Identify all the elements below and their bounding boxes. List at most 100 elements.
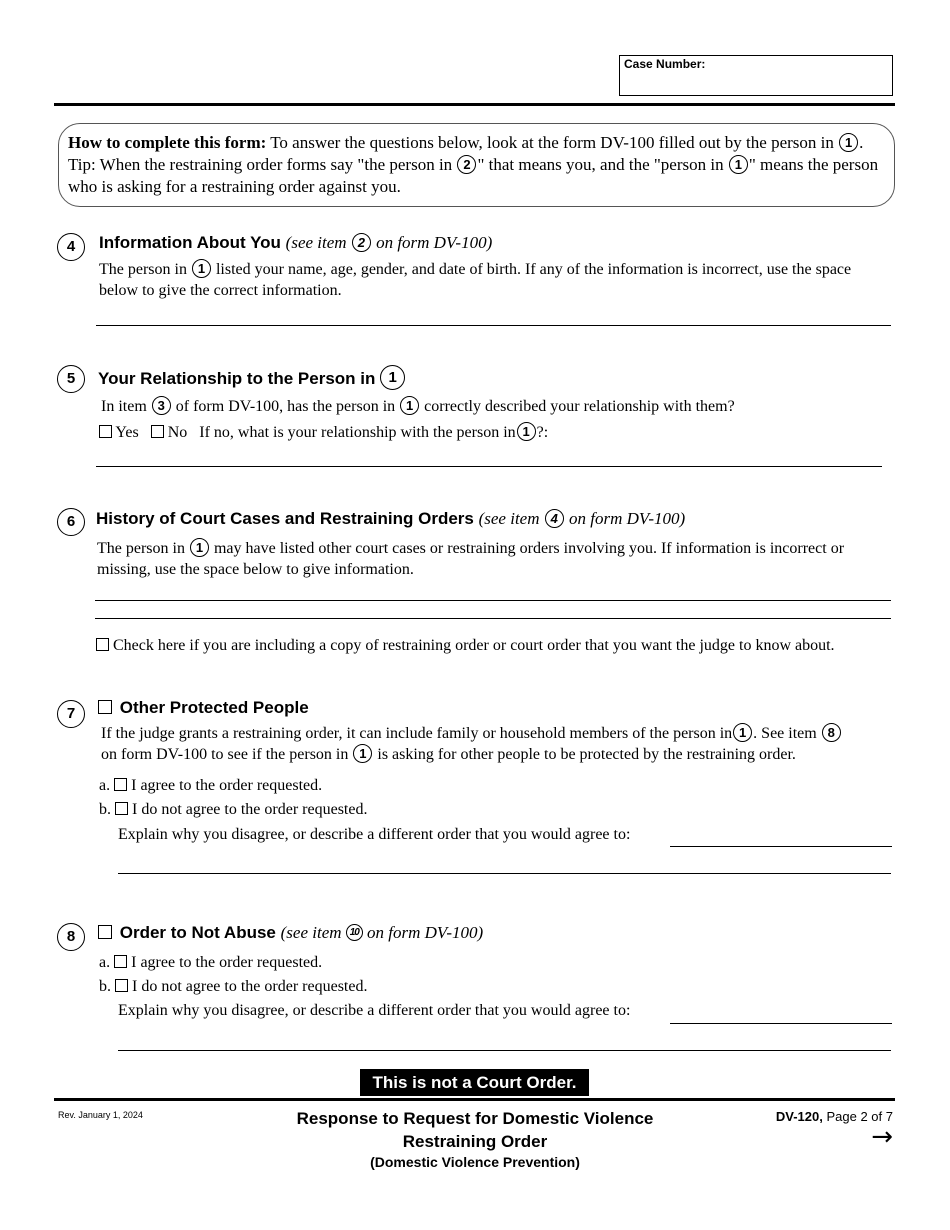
item-number-6: 6 <box>57 508 85 536</box>
if-no-text: ?: <box>536 424 549 441</box>
other-protected-people-checkbox[interactable] <box>98 699 112 714</box>
circled-number-1: 1 <box>516 421 536 441</box>
option-letter: a. <box>99 954 111 971</box>
item-7-agree-checkbox[interactable] <box>114 777 128 791</box>
circled-number-4: 4 <box>544 508 564 528</box>
option-letter: b. <box>99 801 111 818</box>
description-text: on form DV-100 to see if the person in <box>101 746 353 763</box>
option-label: I do not agree to the order requested. <box>132 801 368 818</box>
case-number-box: Case Number: <box>619 55 893 96</box>
description-text: may have listed other court cases or res… <box>97 540 845 578</box>
item-7-disagree-checkbox[interactable] <box>115 801 128 815</box>
see-item-text: (see item <box>285 233 351 252</box>
item-7-heading: Other Protected People <box>98 698 309 718</box>
question-text: of form DV-100, has the person in <box>171 398 400 415</box>
description-text: is asking for other people to be protect… <box>373 746 796 763</box>
circled-number-8: 8 <box>821 722 841 742</box>
item-8-explain-input-1[interactable] <box>670 1003 892 1024</box>
item-5-relationship-input[interactable] <box>96 446 882 467</box>
circled-number-1: 1 <box>380 365 406 390</box>
item-7-title: Other Protected People <box>119 698 309 717</box>
not-court-order-banner: This is not a Court Order. <box>360 1069 589 1096</box>
form-subtitle: (Domestic Violence Prevention) <box>370 1154 580 1170</box>
item-7-explain-input-2[interactable] <box>118 853 891 874</box>
option-label: I do not agree to the order requested. <box>132 978 368 995</box>
item-8-option-a: a. I agree to the order requested. <box>99 952 322 973</box>
circled-number-2: 2 <box>351 232 371 252</box>
case-number-input[interactable] <box>624 74 888 92</box>
circled-number-1: 1 <box>733 722 753 742</box>
item-6-answer-line-2[interactable] <box>95 598 891 619</box>
order-not-abuse-checkbox[interactable] <box>98 924 112 939</box>
item-7-explain-label: Explain why you disagree, or describe a … <box>118 826 631 843</box>
item-5-heading: Your Relationship to the Person in 1 <box>98 365 406 392</box>
item-5-title: Your Relationship to the Person in <box>98 368 376 388</box>
see-item-text: on form DV-100) <box>564 509 686 528</box>
item-4-title: Information About You <box>99 233 281 252</box>
circled-number-1: 1 <box>728 154 748 174</box>
if-no-text: If no, what is your relationship with th… <box>199 424 516 441</box>
form-id: DV-120, <box>775 1109 823 1124</box>
yes-label: Yes <box>115 424 139 441</box>
circled-number-1: 1 <box>400 395 420 415</box>
revision-date: Rev. January 1, 2024 <box>58 1110 143 1120</box>
circled-number-1: 1 <box>189 537 209 557</box>
circled-number-1: 1 <box>191 258 211 278</box>
option-label: I agree to the order requested. <box>131 954 323 971</box>
include-copy-label: Check here if you are including a copy o… <box>113 637 835 654</box>
description-text: If the judge grants a restraining order,… <box>101 725 733 742</box>
see-item-text: on form DV-100) <box>362 923 484 942</box>
item-8-explain-label: Explain why you disagree, or describe a … <box>118 1002 631 1019</box>
item-8-disagree-checkbox[interactable] <box>115 978 128 992</box>
see-item-text: (see item <box>478 509 544 528</box>
item-6-reference: (see item 4 on form DV-100) <box>478 508 686 528</box>
see-item-text: (see item <box>280 923 346 942</box>
option-label: I agree to the order requested. <box>131 777 323 794</box>
item-number-7: 7 <box>57 700 85 728</box>
item-number-5: 5 <box>57 365 85 393</box>
item-4-description: The person in 1 listed your name, age, g… <box>99 258 889 301</box>
question-text: In item <box>101 398 151 415</box>
circled-number-3: 3 <box>151 395 171 415</box>
item-8-explain-input-2[interactable] <box>118 1030 891 1051</box>
footer-divider <box>54 1098 895 1101</box>
description-text: The person in <box>99 261 191 278</box>
circled-number-10: 10 <box>345 923 363 941</box>
instructions-text: " that means you, and the "person in <box>477 155 728 174</box>
item-number-4: 4 <box>57 233 85 261</box>
item-6-title: History of Court Cases and Restraining O… <box>96 509 474 528</box>
item-7-explain-input-1[interactable] <box>670 826 892 847</box>
item-6-description: The person in 1 may have listed other co… <box>97 537 887 580</box>
instructions-box: How to complete this form: To answer the… <box>58 123 895 207</box>
item-4-reference: (see item 2 on form DV-100) <box>285 232 493 252</box>
item-8-reference: (see item 10 on form DV-100) <box>281 923 484 942</box>
header-divider <box>54 103 895 106</box>
instructions-lead: How to complete this form: <box>68 133 267 152</box>
item-7-option-a: a. I agree to the order requested. <box>99 775 322 796</box>
option-letter: a. <box>99 777 111 794</box>
item-6-heading: History of Court Cases and Restraining O… <box>96 508 686 530</box>
item-6-copy-row: Check here if you are including a copy o… <box>96 635 835 656</box>
instructions-text: To answer the questions below, look at t… <box>266 133 839 152</box>
item-number-8: 8 <box>57 923 85 951</box>
yes-checkbox[interactable] <box>99 424 112 438</box>
item-7-description: If the judge grants a restraining order,… <box>101 722 901 765</box>
see-item-text: on form DV-100) <box>371 233 493 252</box>
case-number-label: Case Number: <box>624 57 706 71</box>
option-letter: b. <box>99 978 111 995</box>
item-8-option-b: b. I do not agree to the order requested… <box>99 976 367 997</box>
form-title: Response to Request for Domestic Violenc… <box>250 1107 700 1171</box>
description-text: The person in <box>97 540 189 557</box>
no-label: No <box>167 424 188 441</box>
circled-number-1: 1 <box>353 743 373 763</box>
circled-number-1: 1 <box>839 132 859 152</box>
item-8-title: Order to Not Abuse <box>119 923 276 942</box>
item-4-answer-input[interactable] <box>96 305 891 326</box>
form-title-line-2: Restraining Order <box>402 1132 548 1151</box>
question-text: correctly described your relationship wi… <box>420 398 735 415</box>
no-checkbox[interactable] <box>150 424 164 438</box>
next-page-arrow-icon[interactable]: → <box>871 1123 893 1151</box>
form-title-line-1: Response to Request for Domestic Violenc… <box>296 1109 654 1128</box>
include-copy-checkbox[interactable] <box>96 637 109 651</box>
item-8-agree-checkbox[interactable] <box>114 954 128 968</box>
